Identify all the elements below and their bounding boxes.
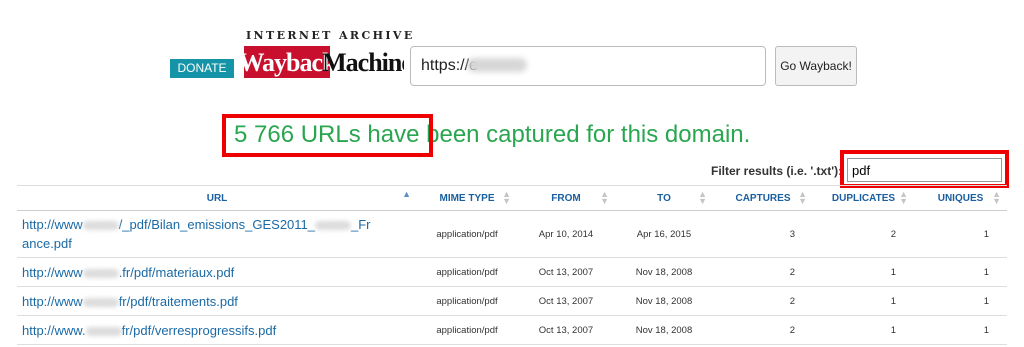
- from-cell: Oct 13, 2007: [517, 257, 615, 287]
- column-header-duplicates[interactable]: DUPLICATES ▲ ▼: [813, 185, 914, 211]
- duplicates-cell: 1: [813, 257, 914, 287]
- column-header-to[interactable]: TO ▲ ▼: [615, 185, 713, 211]
- highlight-box-filter: [840, 150, 1009, 188]
- duplicates-cell: 1: [813, 286, 914, 316]
- table-row: http://www fr/pdf/traitements.pdf applica…: [17, 286, 1007, 316]
- sort-icon: ▲ ▼: [600, 189, 609, 206]
- highlight-box-count: [222, 114, 433, 157]
- column-header-mime-type[interactable]: MIME TYPE ▲ ▼: [417, 185, 517, 211]
- url-link[interactable]: http://www/_pdf/Bilan_emissions_GES2011_…: [17, 210, 417, 258]
- captures-cell: 3: [713, 210, 813, 258]
- redacted-text: [315, 221, 352, 231]
- mime-cell: application/pdf: [417, 315, 517, 345]
- captures-cell: 2: [713, 315, 813, 345]
- sort-icon: ▲ ▼: [992, 189, 1001, 206]
- column-header-uniques[interactable]: UNIQUES ▲ ▼: [914, 185, 1007, 211]
- url-link[interactable]: http://www .fr/pdf/materiaux.pdf: [17, 257, 417, 287]
- donate-button[interactable]: DONATE: [170, 59, 234, 78]
- url-link[interactable]: http://www. fr/pdf/verresprogressifs.pdf: [17, 315, 417, 345]
- from-cell: Apr 10, 2014: [517, 210, 615, 258]
- from-cell: Oct 13, 2007: [517, 286, 615, 316]
- from-cell: Oct 13, 2007: [517, 315, 615, 345]
- uniques-cell: 1: [914, 210, 1007, 258]
- captures-cell: 2: [713, 286, 813, 316]
- go-wayback-button[interactable]: Go Wayback!: [775, 46, 857, 86]
- sort-icon: ▲ ▼: [698, 189, 707, 206]
- captures-cell: 2: [713, 257, 813, 287]
- uniques-cell: 1: [914, 315, 1007, 345]
- logo-machine-text: Machine: [322, 48, 404, 77]
- sort-icon: ▲ ▼: [502, 189, 511, 206]
- mime-cell: application/pdf: [417, 286, 517, 316]
- duplicates-cell: 1: [813, 315, 914, 345]
- table-row: http://www/_pdf/Bilan_emissions_GES2011_…: [17, 210, 1007, 258]
- redacted-text: [82, 221, 119, 231]
- to-cell: Apr 16, 2015: [615, 210, 713, 258]
- filter-label: Filter results (i.e. '.txt'):: [711, 164, 843, 178]
- internet-archive-wordmark: INTERNET ARCHIVE: [246, 29, 415, 42]
- mime-cell: application/pdf: [417, 210, 517, 258]
- to-cell: Nov 18, 2008: [615, 286, 713, 316]
- duplicates-cell: 2: [813, 210, 914, 258]
- url-link[interactable]: http://www fr/pdf/traitements.pdf: [17, 286, 417, 316]
- redacted-domain: [467, 58, 527, 72]
- sort-icon: ▲ ▼: [899, 189, 908, 206]
- wayback-machine-logo[interactable]: Wayback Machine: [244, 42, 404, 82]
- to-cell: Nov 18, 2008: [615, 257, 713, 287]
- table-row: http://www. fr/pdf/verresprogressifs.pdf …: [17, 315, 1007, 345]
- sort-asc-icon: ▲: [402, 189, 411, 199]
- column-header-url[interactable]: URL ▲: [17, 185, 417, 211]
- column-header-captures[interactable]: CAPTURES ▲ ▼: [713, 185, 813, 211]
- urls-table: URL ▲ MIME TYPE ▲ ▼ FROM ▲ ▼ TO ▲ ▼ CAPTURES ▲ ▼ …: [17, 185, 1007, 345]
- column-header-from[interactable]: FROM ▲ ▼: [517, 185, 615, 211]
- redacted-text: [82, 297, 119, 307]
- to-cell: Nov 18, 2008: [615, 315, 713, 345]
- mime-cell: application/pdf: [417, 257, 517, 287]
- redacted-text: [82, 268, 119, 278]
- table-row: http://www .fr/pdf/materiaux.pdf applicat…: [17, 257, 1007, 287]
- uniques-cell: 1: [914, 286, 1007, 316]
- redacted-text: [85, 326, 122, 336]
- sort-icon: ▲ ▼: [798, 189, 807, 206]
- uniques-cell: 1: [914, 257, 1007, 287]
- url-input[interactable]: [410, 46, 766, 86]
